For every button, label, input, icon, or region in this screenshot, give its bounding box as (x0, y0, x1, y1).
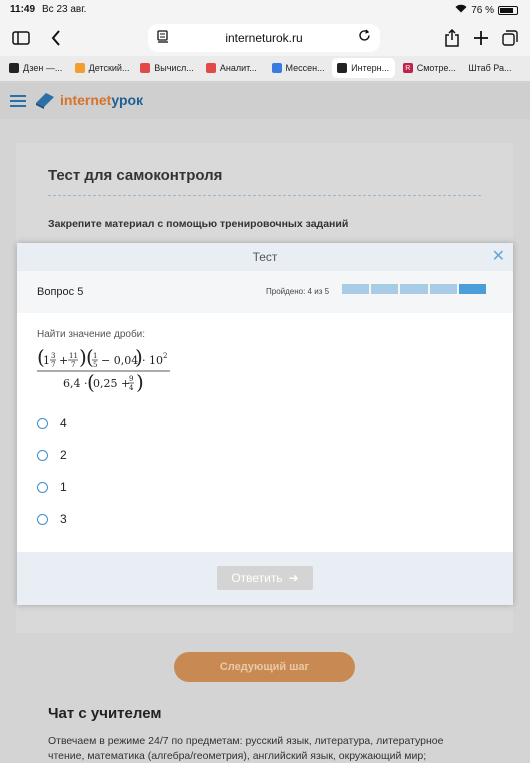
radio-button[interactable] (37, 513, 48, 525)
svg-text:+: + (59, 354, 68, 367)
browser-tab[interactable]: Штаб Ра... (463, 58, 526, 78)
tab-label: Смотре... (416, 63, 456, 73)
svg-text:1: 1 (43, 354, 50, 367)
arrow-right-icon: ➔ (288, 571, 299, 585)
favicon-icon (74, 63, 85, 73)
svg-text:7: 7 (71, 361, 75, 369)
browser-toolbar: interneturok.ru (0, 20, 530, 56)
svg-text:6,4 ·: 6,4 · (63, 377, 88, 390)
svg-text:7: 7 (51, 361, 55, 369)
tab-strip: Дзен —... Детский... Вычисл... Аналит... Мес… (0, 56, 530, 82)
battery-percent: 76 % (471, 4, 494, 16)
svg-text:11: 11 (69, 352, 78, 360)
progress-segment (400, 284, 428, 295)
logo-text[interactable]: internetурок (60, 92, 143, 108)
svg-text:9: 9 (129, 375, 133, 383)
tab-label: Интерн... (351, 63, 390, 73)
question-number: Вопрос 5 (37, 286, 84, 298)
share-icon[interactable] (440, 26, 464, 50)
page-subtitle: Закрепите материал с помощью тренировочн… (48, 218, 349, 230)
test-modal: Тест ✕ Вопрос 5 Пройдено: 4 из 5 Найти з… (17, 243, 513, 605)
clock: 11:49 (10, 4, 36, 15)
answer-label: 3 (60, 512, 67, 526)
progress-segment (342, 284, 370, 295)
wifi-icon (455, 4, 467, 16)
tab-label: Аналит... (219, 63, 257, 73)
back-icon[interactable] (44, 26, 68, 50)
question-text: Найти значение дроби: (37, 329, 146, 340)
answer-label: 2 (60, 448, 67, 462)
answer-label: 1 (60, 480, 67, 494)
tab-overview-icon[interactable] (498, 26, 522, 50)
submit-button[interactable]: Ответить ➔ (217, 566, 313, 590)
radio-button[interactable] (37, 449, 48, 461)
progress-segment (429, 284, 457, 295)
favicon-icon (271, 63, 282, 73)
browser-tab[interactable]: Детский... (70, 58, 133, 78)
close-icon[interactable]: ✕ (492, 243, 505, 271)
browser-tab[interactable]: Дзен —... (4, 58, 67, 78)
site-header: internetурок (0, 83, 530, 119)
browser-tab[interactable]: Интерн... (332, 58, 395, 78)
modal-title: Тест (252, 250, 278, 264)
browser-tab[interactable]: R Смотре... (398, 58, 461, 78)
progress-segment (458, 284, 487, 295)
svg-text:1: 1 (93, 352, 97, 360)
svg-text:2: 2 (163, 352, 167, 360)
chat-title: Чат с учителем (48, 705, 162, 722)
svg-text:· 10: · 10 (142, 354, 163, 367)
browser-tab[interactable]: Аналит... (201, 58, 264, 78)
svg-text:3: 3 (51, 352, 55, 360)
favicon-icon: R (402, 63, 413, 73)
next-step-button[interactable]: Следующий шаг (174, 652, 355, 682)
tab-label: Вычисл... (154, 63, 194, 73)
answer-option[interactable]: 3 (37, 509, 67, 529)
page-title: Тест для самоконтроля (48, 167, 223, 184)
submit-label: Ответить (231, 571, 283, 585)
answer-label: 4 (60, 416, 67, 430)
tab-label: Мессен... (285, 63, 325, 73)
chat-description: Отвечаем в режиме 24/7 по предметам: рус… (48, 735, 444, 762)
answer-option[interactable]: 2 (37, 445, 67, 465)
tab-label: Штаб Ра... (468, 63, 512, 73)
favicon-icon (205, 63, 216, 73)
radio-button[interactable] (37, 417, 48, 429)
svg-text:5: 5 (93, 361, 97, 369)
divider (48, 195, 481, 196)
svg-text:0,25 +: 0,25 + (93, 377, 130, 390)
battery-icon (498, 5, 518, 15)
tab-label: Детский... (88, 63, 130, 73)
tab-label: Дзен —... (23, 63, 63, 73)
browser-tab[interactable]: Мессен... (267, 58, 330, 78)
address-bar[interactable]: interneturok.ru (148, 24, 380, 52)
modal-footer: Ответить ➔ (17, 552, 513, 605)
progress-segment (371, 284, 399, 295)
answer-option[interactable]: 1 (37, 477, 67, 497)
menu-icon[interactable] (10, 95, 26, 107)
browser-tab[interactable]: Вычисл... (135, 58, 198, 78)
svg-text:4: 4 (129, 384, 134, 392)
reload-icon[interactable] (358, 29, 371, 45)
sidebar-icon[interactable] (9, 26, 33, 50)
svg-text:− 0,04: − 0,04 (101, 354, 138, 367)
radio-button[interactable] (37, 481, 48, 493)
logo-icon[interactable] (34, 91, 56, 109)
favicon-icon (337, 63, 348, 73)
date: Вс 23 авг. (42, 4, 87, 15)
reader-icon[interactable] (157, 30, 169, 46)
new-tab-icon[interactable] (469, 26, 493, 50)
url-text: interneturok.ru (225, 31, 303, 45)
status-bar: 11:49 Вс 23 авг. 76 % (0, 0, 530, 20)
status-right: 76 % (455, 4, 518, 16)
question-bar: Вопрос 5 Пройдено: 4 из 5 (17, 271, 513, 313)
answer-option[interactable]: 4 (37, 413, 67, 433)
progress-text: Пройдено: 4 из 5 (266, 287, 330, 296)
modal-header: Тест ✕ (17, 243, 513, 271)
progress-bar (342, 284, 487, 295)
favicon-icon (9, 63, 19, 73)
favicon-icon (140, 63, 151, 73)
svg-text:): ) (136, 370, 144, 394)
formula: ( 1 3 7 + 11 7 ) ( 1 5 − 0,04 ) · 10 2 6… (37, 345, 170, 394)
